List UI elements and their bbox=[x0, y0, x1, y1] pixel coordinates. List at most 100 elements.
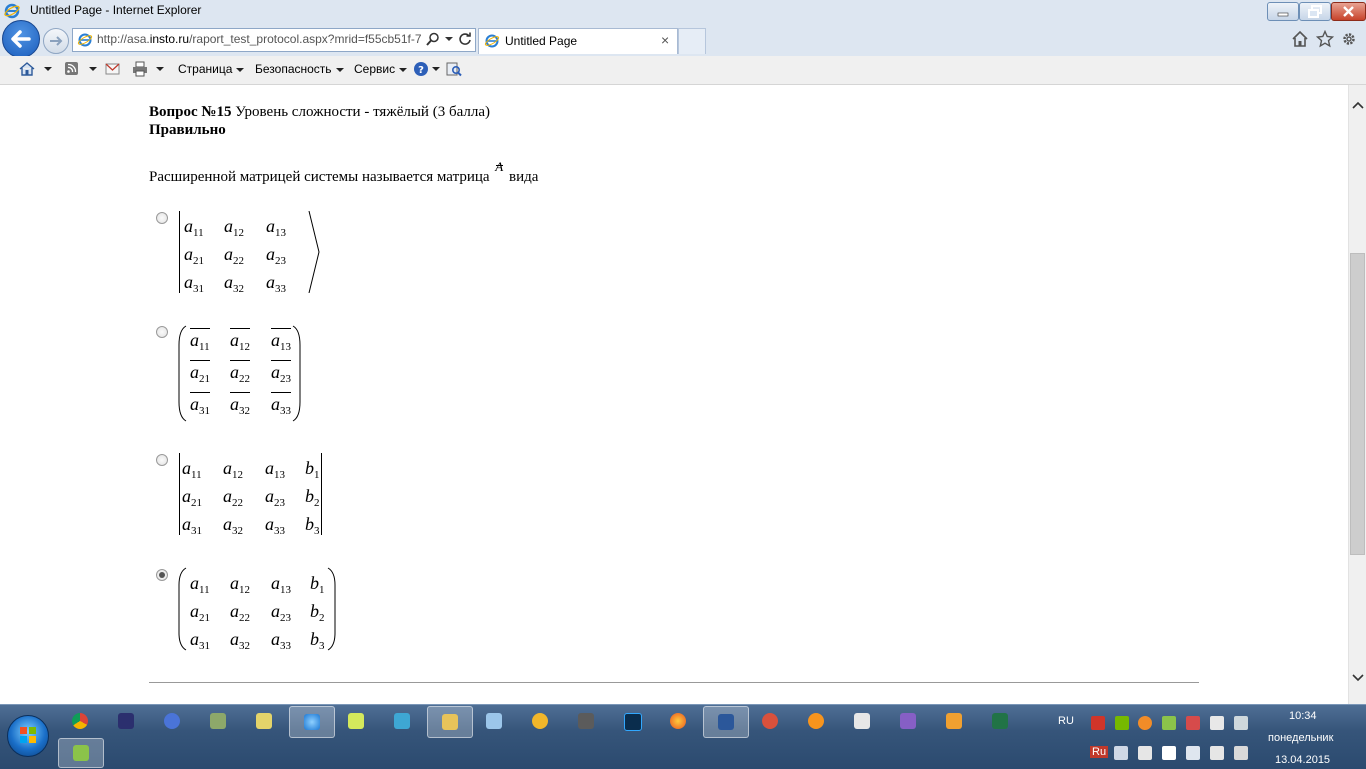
matrix-element-base: a bbox=[190, 629, 199, 649]
title-bar[interactable]: Untitled Page - Internet Explorer bbox=[0, 0, 1366, 23]
taskbar-app-excel[interactable] bbox=[978, 706, 1022, 736]
chevron-down-icon[interactable] bbox=[441, 31, 457, 47]
taskbar-app-camera[interactable] bbox=[564, 706, 608, 736]
nvidia-icon[interactable] bbox=[1115, 716, 1129, 730]
scroll-up-arrow-icon[interactable] bbox=[1352, 100, 1364, 110]
usb-icon[interactable] bbox=[1210, 746, 1224, 760]
safety-menu[interactable]: Безопасность bbox=[255, 62, 344, 76]
language-indicator-top[interactable]: RU bbox=[1058, 715, 1074, 727]
taskbar-app-media[interactable] bbox=[104, 706, 148, 736]
page-menu[interactable]: Страница bbox=[178, 62, 245, 76]
taskbar-app-firefox[interactable] bbox=[656, 706, 700, 736]
minimize-button[interactable] bbox=[1267, 2, 1299, 21]
language-indicator-bottom[interactable]: Ru bbox=[1090, 746, 1109, 758]
restore-button[interactable] bbox=[1299, 2, 1331, 21]
network-signal-icon[interactable] bbox=[1234, 746, 1248, 760]
address-bar[interactable]: http://asa.insto.ru/raport_test_protocol… bbox=[72, 28, 476, 52]
taskbar-app-photoshop[interactable] bbox=[610, 706, 654, 736]
matrix-element-base: a bbox=[230, 394, 239, 414]
answer-option-2-radio[interactable] bbox=[156, 326, 168, 338]
rss-feed-icon[interactable] bbox=[63, 61, 81, 77]
matrix-element-base: a bbox=[271, 629, 280, 649]
matrix-element-base: a bbox=[190, 601, 199, 621]
help-icon[interactable]: ? bbox=[413, 61, 431, 77]
matrix-element: a12 bbox=[224, 216, 244, 239]
taskbar-app-word[interactable] bbox=[703, 706, 749, 738]
taskbar-app-player[interactable] bbox=[932, 706, 976, 736]
taskbar-app-editor[interactable] bbox=[242, 706, 286, 736]
print-dropdown-caret[interactable] bbox=[156, 67, 164, 71]
matrix-element-index: 2 bbox=[319, 612, 325, 624]
home-icon[interactable] bbox=[18, 61, 36, 77]
matrix-element-base: a bbox=[184, 244, 193, 264]
url-text[interactable]: http://asa.insto.ru/raport_test_protocol… bbox=[97, 32, 423, 46]
tab-close-icon[interactable]: × bbox=[661, 32, 669, 48]
taskbar-app-tool[interactable] bbox=[196, 706, 240, 736]
matrix-element-base: a bbox=[224, 216, 233, 236]
display-tray-icon[interactable] bbox=[1138, 746, 1152, 760]
volume-icon[interactable] bbox=[1186, 746, 1200, 760]
taskbar-app-visual-studio[interactable] bbox=[886, 706, 930, 736]
clock-day[interactable]: понедельник bbox=[1268, 732, 1333, 744]
matrix-element-base: a bbox=[265, 514, 274, 534]
feed-dropdown-caret[interactable] bbox=[89, 67, 97, 71]
taskbar-app-triangle[interactable] bbox=[518, 706, 562, 736]
scrollbar-thumb[interactable] bbox=[1350, 253, 1365, 555]
tab-title: Untitled Page bbox=[505, 34, 578, 48]
taskbar-app-explorer[interactable] bbox=[427, 706, 473, 738]
taskbar-app-chrome[interactable] bbox=[58, 706, 102, 736]
home-dropdown-caret[interactable] bbox=[44, 67, 52, 71]
taskbar-app-window[interactable] bbox=[380, 706, 424, 736]
speaker-tray-icon[interactable] bbox=[1114, 746, 1128, 760]
matrix-element: a31 bbox=[190, 629, 210, 652]
vertical-scrollbar[interactable] bbox=[1348, 85, 1366, 704]
back-button[interactable] bbox=[2, 20, 40, 58]
tab-untitled-page[interactable]: Untitled Page × bbox=[478, 28, 678, 54]
taskbar-app-qip[interactable] bbox=[794, 706, 838, 736]
taskbar-app-browser2[interactable] bbox=[748, 706, 792, 736]
scroll-down-arrow-icon[interactable] bbox=[1352, 673, 1364, 683]
forward-button[interactable] bbox=[43, 28, 69, 54]
tools-menu[interactable]: Сервис bbox=[354, 62, 408, 76]
matrix-element: b1 bbox=[305, 458, 320, 481]
home-icon[interactable] bbox=[1291, 30, 1309, 48]
tray-app-icon-2[interactable] bbox=[1138, 716, 1152, 730]
answer-option-3-radio[interactable] bbox=[156, 454, 168, 466]
matrix-element: a22 bbox=[223, 486, 243, 509]
window-title: Untitled Page - Internet Explorer bbox=[30, 3, 202, 17]
clock-date[interactable]: 13.04.2015 bbox=[1275, 754, 1330, 766]
favorites-star-icon[interactable] bbox=[1316, 30, 1334, 48]
taskbar-app-wifi[interactable] bbox=[334, 706, 378, 736]
taskbar-app-video[interactable] bbox=[150, 706, 194, 736]
tray-app-icon-3[interactable] bbox=[1162, 716, 1176, 730]
tray-app-icon-4[interactable] bbox=[1186, 716, 1200, 730]
matrix-element-index: 1 bbox=[314, 469, 320, 481]
word-icon bbox=[718, 714, 734, 730]
taskbar-app-internet-explorer[interactable] bbox=[289, 706, 335, 738]
matrix-element-index: 32 bbox=[233, 283, 244, 295]
settings-gear-icon[interactable] bbox=[1340, 30, 1358, 48]
camera-icon bbox=[578, 713, 594, 729]
tray-app-icon-5[interactable] bbox=[1210, 716, 1224, 730]
refresh-icon[interactable] bbox=[457, 31, 473, 47]
mail-icon[interactable] bbox=[104, 61, 122, 77]
clock-time[interactable]: 10:34 bbox=[1289, 710, 1317, 722]
flag-icon[interactable] bbox=[1162, 746, 1176, 760]
tray-app-icon-6[interactable] bbox=[1234, 716, 1248, 730]
start-button[interactable] bbox=[7, 715, 49, 757]
print-icon[interactable] bbox=[131, 61, 149, 77]
taskbar-app-bluestacks[interactable] bbox=[58, 738, 104, 768]
matrix-element: a32 bbox=[224, 272, 244, 295]
taskbar-app-grid[interactable] bbox=[840, 706, 884, 736]
search-icon[interactable] bbox=[425, 31, 441, 47]
help-dropdown-caret[interactable] bbox=[432, 67, 440, 71]
answer-option-1-radio[interactable] bbox=[156, 212, 168, 224]
matrix-element-base: a bbox=[182, 458, 191, 478]
research-icon[interactable] bbox=[445, 61, 463, 77]
close-window-button[interactable] bbox=[1331, 2, 1366, 21]
wifi-icon bbox=[348, 713, 364, 729]
new-tab-button[interactable] bbox=[678, 28, 706, 54]
answer-option-4-radio[interactable] bbox=[156, 569, 168, 581]
taskbar-app-audio[interactable] bbox=[472, 706, 516, 736]
tray-app-icon-1[interactable] bbox=[1091, 716, 1105, 730]
